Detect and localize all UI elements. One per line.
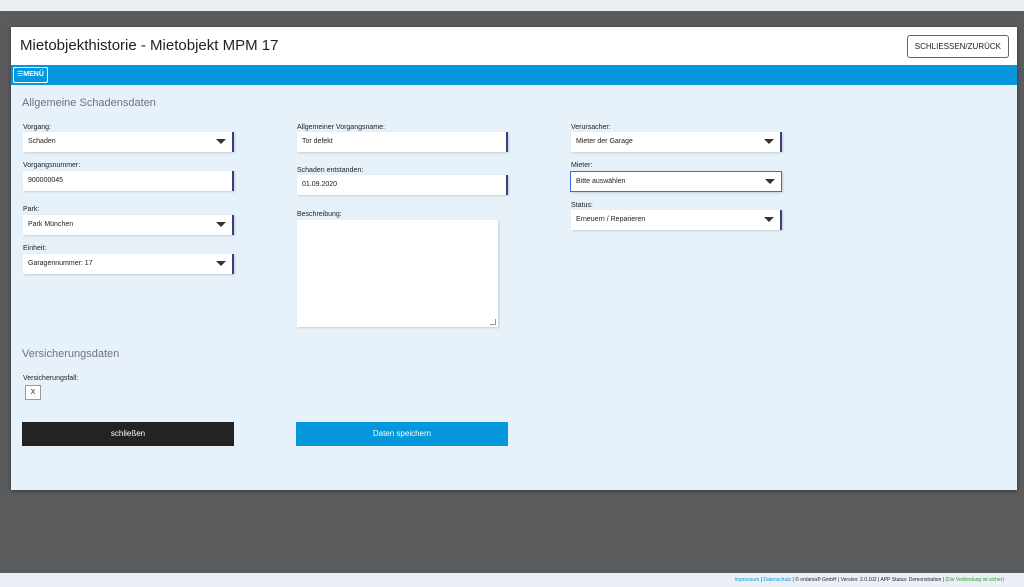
impressum-link[interactable]: Impressum bbox=[735, 577, 760, 583]
menu-bar: ☰MENÜ bbox=[11, 65, 1017, 85]
entstanden-label: Schaden entstanden: bbox=[297, 167, 364, 174]
beschreibung-label: Beschreibung: bbox=[297, 211, 342, 218]
beschreibung-textarea[interactable] bbox=[297, 220, 498, 327]
section-title-insurance: Versicherungsdaten bbox=[22, 348, 120, 360]
chevron-down-icon bbox=[764, 217, 774, 222]
footer: Impressum | Datenschutz | © ordania® Gmb… bbox=[735, 577, 1004, 583]
vorgang-value: Schaden bbox=[28, 138, 56, 145]
vorgang-select[interactable]: Schaden bbox=[23, 132, 234, 152]
chevron-down-icon bbox=[764, 139, 774, 144]
vorgangsnummer-label: Vorgangsnummer: bbox=[23, 162, 81, 169]
secure-connection-status: (Die Verbindung ist sicher) bbox=[945, 577, 1004, 583]
top-strip bbox=[0, 0, 1024, 11]
einheit-label: Einheit: bbox=[23, 245, 47, 252]
status-label: Status: bbox=[571, 202, 593, 209]
resize-grip-icon[interactable] bbox=[490, 319, 496, 325]
datenschutz-link[interactable]: Datenschutz bbox=[763, 577, 791, 583]
vorgangsname-label: Allgemeiner Vorgangsname: bbox=[297, 124, 385, 131]
status-value: Erneuern / Reparieren bbox=[576, 216, 646, 223]
vorgangsname-input[interactable]: Tor defekt bbox=[297, 132, 508, 152]
einheit-value: Garagennummer: 17 bbox=[28, 260, 93, 267]
vorgangsnummer-input[interactable]: 900000045 bbox=[23, 171, 234, 191]
chevron-down-icon bbox=[216, 222, 226, 227]
save-data-button[interactable]: Daten speichern bbox=[296, 422, 508, 446]
section-title-damage: Allgemeine Schadensdaten bbox=[22, 97, 156, 109]
close-back-button[interactable]: SCHLIESSEN/ZURÜCK bbox=[906, 35, 1009, 58]
verursacher-value: Mieter der Garage bbox=[576, 138, 633, 145]
park-label: Park: bbox=[23, 206, 40, 213]
mieter-label: Mieter: bbox=[571, 162, 593, 169]
close-button[interactable]: schließen bbox=[22, 422, 234, 446]
vorgang-label: Vorgang: bbox=[23, 124, 52, 131]
menu-button[interactable]: ☰MENÜ bbox=[13, 67, 48, 83]
entstanden-date-input[interactable]: 01.09.2020 bbox=[297, 175, 508, 195]
park-value: Park München bbox=[28, 221, 74, 228]
menu-label: MENÜ bbox=[23, 71, 44, 78]
versicherungsfall-checkbox[interactable]: X bbox=[25, 385, 41, 400]
chevron-down-icon bbox=[216, 139, 226, 144]
footer-info: | © ordania® GmbH | Version: 2.0.102 | A… bbox=[791, 577, 946, 583]
chevron-down-icon bbox=[765, 179, 775, 184]
versicherungsfall-label: Versicherungsfall: bbox=[23, 375, 79, 382]
dialog-header: Mietobjekthistorie - Mietobjekt MPM 17 S… bbox=[11, 27, 1017, 65]
einheit-select[interactable]: Garagennummer: 17 bbox=[23, 254, 234, 274]
mieter-value: Bitte auswählen bbox=[576, 178, 626, 185]
history-dialog: Mietobjekthistorie - Mietobjekt MPM 17 S… bbox=[11, 27, 1017, 490]
status-select[interactable]: Erneuern / Reparieren bbox=[571, 210, 782, 230]
dialog-title: Mietobjekthistorie - Mietobjekt MPM 17 bbox=[20, 37, 279, 54]
park-select[interactable]: Park München bbox=[23, 215, 234, 235]
mieter-select[interactable]: Bitte auswählen bbox=[570, 171, 782, 192]
verursacher-label: Verursacher: bbox=[571, 124, 611, 131]
verursacher-select[interactable]: Mieter der Garage bbox=[571, 132, 782, 152]
chevron-down-icon bbox=[216, 261, 226, 266]
